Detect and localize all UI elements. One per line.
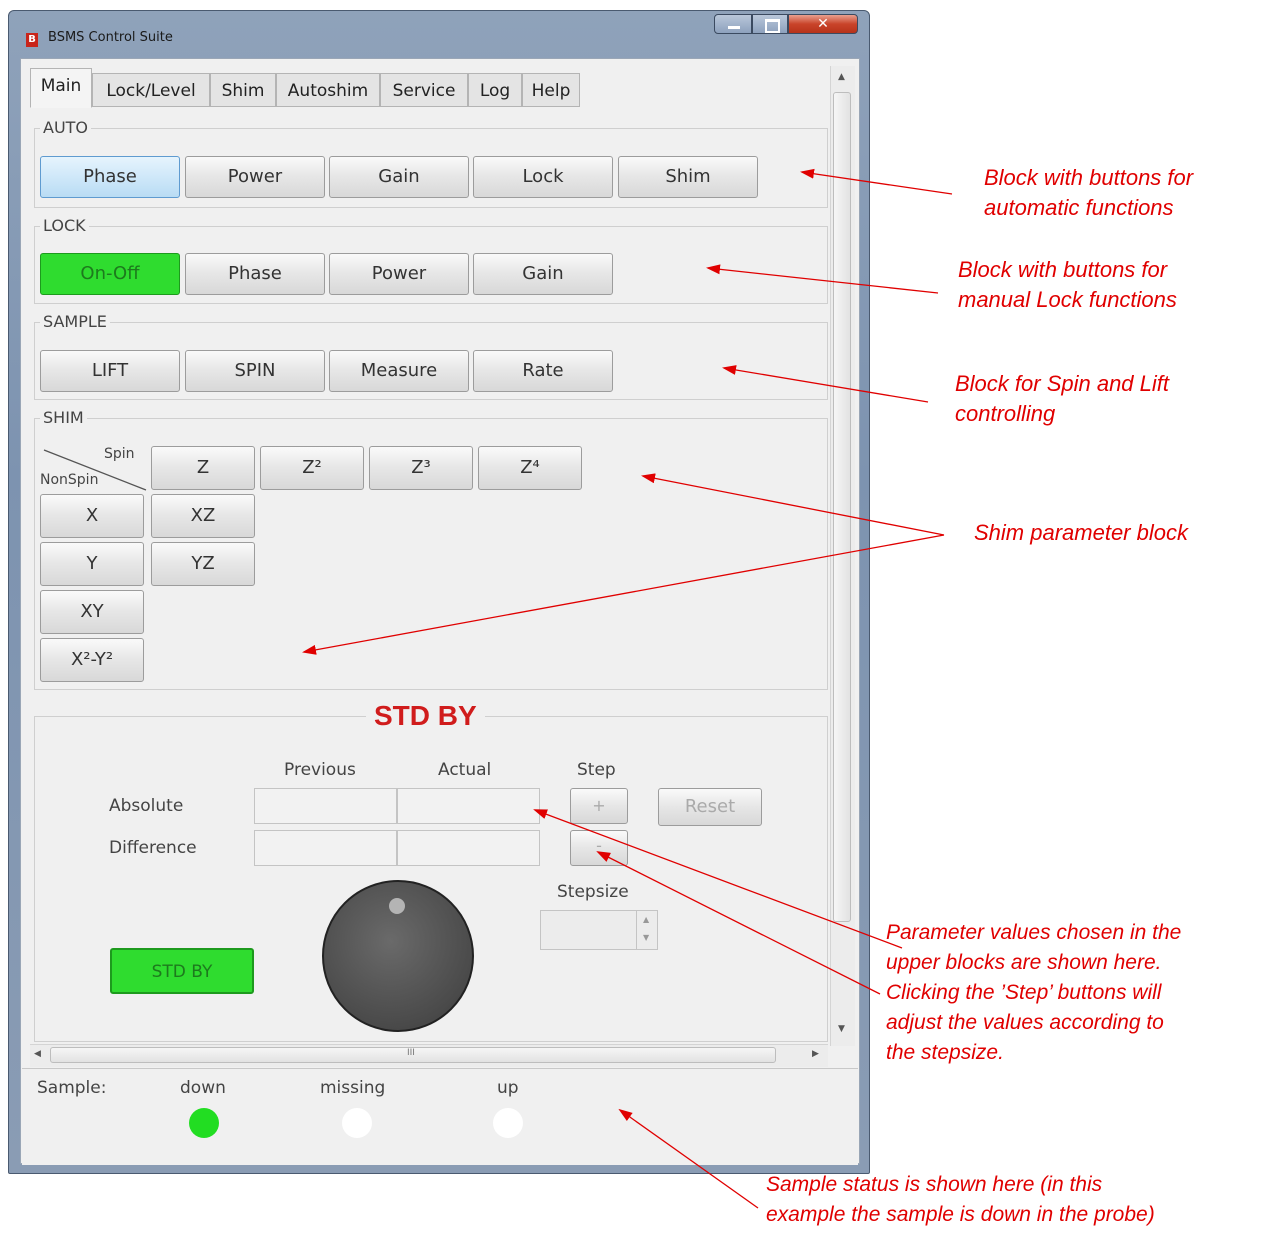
annotation-auto: Block with buttons for automatic function…	[984, 165, 1194, 220]
annotation-shim: Shim parameter block	[974, 520, 1188, 545]
annotation-spin: Block for Spin and Lift controlling	[955, 371, 1170, 426]
annotation-lock: Block with buttons for manual Lock functi…	[958, 257, 1177, 312]
annotation-sample: Sample status is shown here (in this exam…	[766, 1173, 1155, 1226]
annotation-params: Parameter values chosen in the upper bloc…	[886, 921, 1182, 1064]
